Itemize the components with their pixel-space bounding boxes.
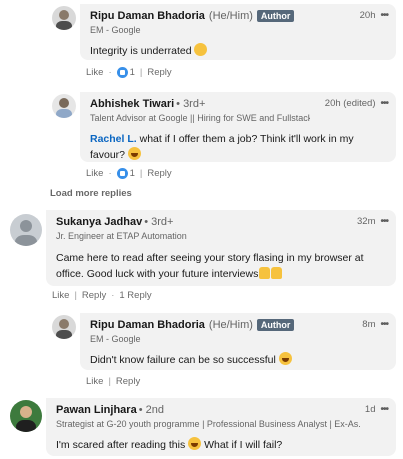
author-badge: Author xyxy=(256,10,295,22)
avatar[interactable] xyxy=(52,6,76,30)
headline: Jr. Engineer at ETAP Automation xyxy=(56,231,187,241)
headline: Strategist at G-20 youth programme | Pro… xyxy=(56,419,361,429)
avatar[interactable] xyxy=(52,94,76,118)
avatar[interactable] xyxy=(10,400,42,432)
thumbs-up-icon xyxy=(259,267,271,279)
timestamp: 1d xyxy=(364,404,376,415)
mention-link[interactable]: Rachel L. xyxy=(90,133,137,145)
reply-comment: Ripu Daman Bhadoria (He/Him) Author EM -… xyxy=(80,4,396,60)
reply-button[interactable]: Reply xyxy=(82,290,106,301)
like-reaction-icon[interactable] xyxy=(116,67,128,78)
comment-text-continued: What if I will fail? xyxy=(201,439,283,451)
emoji-icon xyxy=(194,43,208,56)
reply-button[interactable]: Reply xyxy=(147,67,171,78)
emoji-icon xyxy=(188,437,202,450)
emoji-icon xyxy=(127,147,141,160)
timestamp: 8m xyxy=(362,319,376,330)
like-button[interactable]: Like xyxy=(52,290,69,301)
comment: Pawan Linjhara • 2nd Strategist at G-20 … xyxy=(46,398,396,456)
comment-text: I'm scared after reading this xyxy=(56,439,186,451)
emoji-icon xyxy=(278,352,292,365)
like-button[interactable]: Like xyxy=(86,168,103,179)
avatar[interactable] xyxy=(10,214,42,246)
author-name[interactable]: Ripu Daman Bhadoria xyxy=(90,319,205,331)
more-options-icon[interactable]: ••• xyxy=(380,404,388,415)
reply-count[interactable]: 1 Reply xyxy=(119,290,151,301)
headline: Talent Advisor at Google || Hiring for S… xyxy=(90,113,310,123)
comment-text: Didn't know failure can be so successful xyxy=(90,354,276,366)
like-button[interactable]: Like xyxy=(86,376,103,387)
comment: Sukanya Jadhav • 3rd+ Jr. Engineer at ET… xyxy=(46,210,396,286)
pronouns: (He/Him) xyxy=(208,319,253,331)
author-badge: Author xyxy=(256,319,295,331)
connection-degree: • 2nd xyxy=(138,404,164,416)
thumbs-up-icon xyxy=(271,267,283,279)
more-options-icon[interactable]: ••• xyxy=(380,10,388,21)
author-name[interactable]: Sukanya Jadhav xyxy=(56,216,142,228)
author-name[interactable]: Abhishek Tiwari xyxy=(90,98,174,110)
like-reaction-icon[interactable] xyxy=(116,168,128,179)
connection-degree: • 3rd+ xyxy=(144,216,174,228)
avatar[interactable] xyxy=(52,315,76,339)
more-options-icon[interactable]: ••• xyxy=(380,98,388,109)
author-name[interactable]: Ripu Daman Bhadoria xyxy=(90,10,205,22)
more-options-icon[interactable]: ••• xyxy=(380,216,388,227)
pronouns: (He/Him) xyxy=(208,10,253,22)
more-options-icon[interactable]: ••• xyxy=(380,319,388,330)
connection-degree: • 3rd+ xyxy=(176,98,206,110)
author-name[interactable]: Pawan Linjhara xyxy=(56,404,137,416)
timestamp: 20h xyxy=(359,10,376,21)
timestamp: 32m xyxy=(357,216,376,227)
reply-button[interactable]: Reply xyxy=(116,376,140,387)
like-count[interactable]: 1 xyxy=(130,168,135,179)
reply-button[interactable]: Reply xyxy=(147,168,171,179)
reply-comment: Ripu Daman Bhadoria (He/Him) Author EM -… xyxy=(80,313,396,370)
timestamp: 20h (edited) xyxy=(324,98,376,109)
like-button[interactable]: Like xyxy=(86,67,103,78)
headline: EM - Google xyxy=(90,334,141,344)
comment-text: Integrity is underrated xyxy=(90,45,192,57)
headline: EM - Google xyxy=(90,25,141,35)
like-count[interactable]: 1 xyxy=(130,67,135,78)
reply-comment: Abhishek Tiwari • 3rd+ Talent Advisor at… xyxy=(80,92,396,162)
load-more-replies-button[interactable]: Load more replies xyxy=(50,188,132,199)
comment-text: Came here to read after seeing your stor… xyxy=(56,252,364,280)
